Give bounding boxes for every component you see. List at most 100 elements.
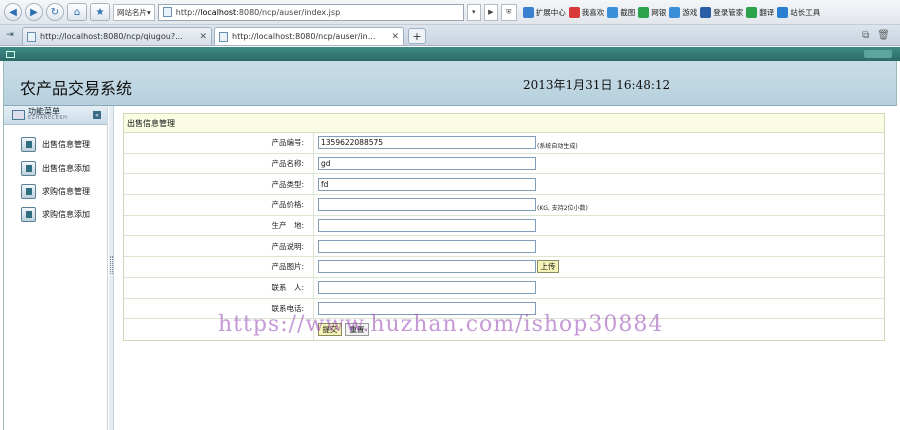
- submit-button[interactable]: 提交: [318, 323, 342, 337]
- toolbar-link-translate[interactable]: 翻译: [746, 6, 775, 18]
- toolbar-link-key[interactable]: 登录管家: [700, 6, 744, 18]
- field-hint: (KG, 支持2位小数): [537, 205, 588, 213]
- menu-item-label: 求购信息管理: [42, 187, 90, 196]
- field-label: 生产 地:: [271, 221, 304, 231]
- menu-item-sale-manage[interactable]: 出售信息管理: [21, 137, 90, 152]
- close-icon[interactable]: ✕: [391, 32, 399, 42]
- address-path: :8080/ncp/auser/index.jsp: [236, 7, 341, 17]
- home-button[interactable]: ⌂: [67, 3, 87, 21]
- menu-item-label: 出售信息管理: [42, 140, 90, 149]
- site-card-menu[interactable]: 网站名片 ▾: [113, 3, 155, 21]
- security-button[interactable]: ⛨: [500, 3, 517, 21]
- menu-header: 功能菜单 EZHANECEKH «: [4, 106, 107, 125]
- form-row-product-name: 产品名称:: [124, 153, 884, 175]
- tab-bar-tools: ⧉ 🗑: [862, 30, 900, 41]
- form-row-actions: 提交 重置: [124, 319, 884, 340]
- toolbar-link-label: 登录管家: [713, 7, 744, 17]
- toolbar-link-heart[interactable]: 我喜欢: [568, 6, 605, 18]
- tab-bar: ⇥ http://localhost:8080/ncp/qiugou?... ✕…: [0, 25, 900, 46]
- extension-icon: [522, 6, 534, 18]
- upload-button[interactable]: 上传: [537, 260, 559, 274]
- form-row-product-id: 产品编号: (系统自动生成): [124, 133, 884, 154]
- menu-item-purchase-manage[interactable]: 求购信息管理: [21, 184, 90, 199]
- toolbar-link-label: 扩展中心: [535, 7, 566, 17]
- document-icon: [21, 137, 36, 152]
- shield-icon: ⛨: [506, 7, 512, 16]
- forward-button[interactable]: ▶: [25, 3, 43, 21]
- gamepad-icon: [669, 6, 681, 18]
- product-price-input[interactable]: [318, 198, 536, 212]
- tab-auser-index[interactable]: http://localhost:8080/ncp/auser/in... ✕: [214, 27, 404, 45]
- webmaster-icon: [777, 6, 789, 18]
- toolbar-link-bank[interactable]: 网银: [638, 6, 666, 18]
- close-icon[interactable]: ✕: [199, 32, 207, 42]
- arrow-right-icon: ▶: [30, 6, 38, 18]
- toolbar-link-gamepad[interactable]: 游戏: [669, 6, 698, 18]
- main-content: 出售信息管理 产品编号: (系统自动生成) 产品名称: 产品类型: 产品价格:: [115, 106, 898, 430]
- menu-item-sale-add[interactable]: 出售信息添加: [21, 161, 90, 176]
- new-tab-button[interactable]: +: [408, 28, 426, 44]
- document-icon: [21, 207, 36, 222]
- field-label: 产品类型:: [271, 179, 304, 189]
- menu-item-label: 求购信息添加: [42, 210, 90, 219]
- window-controls[interactable]: [864, 50, 892, 58]
- address-dropdown-button[interactable]: ▾: [466, 3, 481, 21]
- document-icon: [21, 161, 36, 176]
- toolbar-link-webmaster[interactable]: 站长工具: [777, 6, 820, 18]
- form-row-product-type: 产品类型:: [124, 174, 884, 196]
- toolbar-link-label: 我喜欢: [581, 7, 605, 17]
- key-icon: [700, 6, 712, 18]
- address-host: localhost: [200, 7, 237, 17]
- page-icon: [27, 31, 36, 42]
- bank-icon: [638, 6, 650, 18]
- form-row-image: 产品图片: 上传: [124, 257, 884, 278]
- arrow-left-icon: ◀: [9, 6, 17, 18]
- panel-title: 出售信息管理: [124, 114, 884, 133]
- product-name-input[interactable]: [318, 157, 536, 171]
- toolbar-link-scissors[interactable]: 截图: [607, 6, 636, 18]
- menu-item-label: 出售信息添加: [42, 164, 90, 173]
- page-icon: [219, 31, 228, 42]
- favorite-button[interactable]: ★: [90, 3, 110, 21]
- refresh-button[interactable]: ↻: [46, 3, 64, 21]
- back-button[interactable]: ◀: [4, 3, 22, 21]
- contact-input[interactable]: [318, 281, 536, 295]
- restore-tab-icon[interactable]: ⧉: [862, 30, 869, 41]
- page-icon: [162, 7, 172, 17]
- field-label: 产品图片:: [271, 262, 304, 272]
- sidebar-toggle-icon[interactable]: ⇥: [4, 26, 16, 44]
- splitter-grip[interactable]: [110, 256, 113, 274]
- sidebar-splitter[interactable]: [109, 106, 114, 430]
- product-id-input[interactable]: [318, 136, 536, 150]
- field-label: 产品名称:: [271, 159, 304, 169]
- address-prefix: http://: [175, 7, 201, 17]
- toolbar-link-extension[interactable]: 扩展中心: [522, 6, 566, 18]
- field-hint: (系统自动生成): [537, 143, 578, 150]
- field-label: 联系电话:: [271, 303, 304, 313]
- window-icon: [6, 50, 15, 58]
- origin-input[interactable]: [318, 219, 536, 233]
- menu-icon: [12, 110, 25, 120]
- product-type-input[interactable]: [318, 177, 536, 191]
- address-bar[interactable]: http://localhost:8080/ncp/auser/index.js…: [157, 3, 464, 21]
- image-path-input[interactable]: [318, 260, 536, 274]
- tab-qiugou[interactable]: http://localhost:8080/ncp/qiugou?... ✕: [22, 27, 212, 45]
- form-row-product-price: 产品价格: (KG, 支持2位小数): [124, 195, 884, 216]
- form-row-phone: 联系电话:: [124, 298, 884, 320]
- form-row-origin: 生产 地:: [124, 215, 884, 237]
- go-button[interactable]: ▶: [483, 3, 498, 21]
- description-input[interactable]: [318, 239, 536, 253]
- toolbar-link-label: 游戏: [682, 7, 698, 17]
- toolbar-link-label: 截图: [620, 7, 636, 17]
- tab-label: http://localhost:8080/ncp/auser/in...: [232, 32, 376, 41]
- menu-item-purchase-add[interactable]: 求购信息添加: [21, 207, 90, 222]
- trash-icon[interactable]: 🗑: [877, 30, 890, 41]
- field-label: 产品说明:: [271, 241, 304, 251]
- heart-icon: [568, 6, 580, 18]
- star-icon: ★: [95, 6, 105, 18]
- collapse-icon[interactable]: «: [93, 111, 101, 119]
- phone-input[interactable]: [318, 301, 536, 315]
- toolbar-link-label: 翻译: [759, 7, 775, 17]
- browser-toolbar: ◀ ▶ ↻ ⌂ ★ 网站名片 ▾ http://localhost:8080/nc…: [0, 0, 900, 25]
- reset-button[interactable]: 重置: [345, 323, 369, 337]
